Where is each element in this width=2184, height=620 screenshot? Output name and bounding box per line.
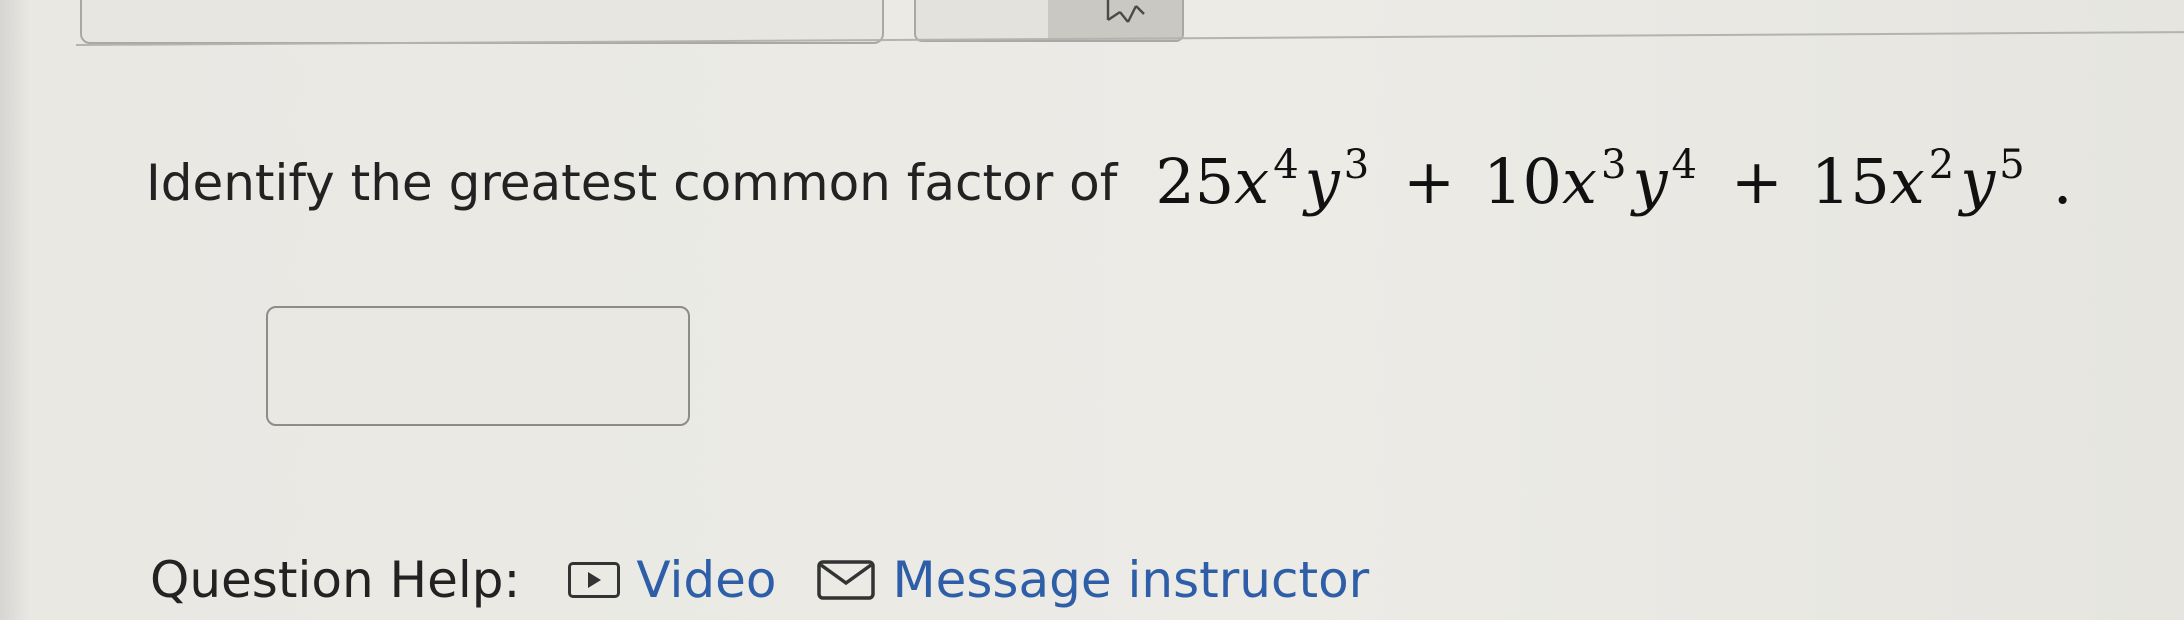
term-2-x-exponent: 3 [1600,142,1627,188]
term-1-coefficient: 25 [1155,145,1235,218]
expression-period: . [2052,145,2073,218]
top-tab-left[interactable] [80,0,884,44]
term-2: 10 x 3 y 4 [1483,142,1703,218]
term-2-y: y [1632,145,1668,218]
term-3: 15 x 2 y 5 [1810,142,2031,218]
question-prompt: Identify the greatest common factor of [146,154,1118,212]
polynomial-expression: 25 x 4 y 3 + 10 x 3 y 4 + 15 x 2 y 5 . [1155,142,2073,218]
term-3-coefficient: 15 [1810,145,1890,218]
mouse-cursor-icon [1106,0,1145,23]
message-instructor-label: Message instructor [892,551,1370,609]
term-2-x: x [1562,145,1597,218]
question-help-label: Question Help: [150,551,521,609]
term-1: 25 x 4 y 3 [1155,142,1375,218]
answer-input[interactable] [266,306,690,426]
term-1-y-exponent: 3 [1343,142,1370,188]
question-row: Identify the greatest common factor of 2… [146,108,2072,218]
term-1-x: x [1234,145,1270,218]
plus-operator-2: + [1730,145,1783,218]
term-3-y: y [1960,145,1996,218]
video-play-icon [568,562,621,598]
term-3-y-exponent: 5 [1999,142,2025,188]
message-instructor-link[interactable]: Message instructor [816,551,1369,609]
video-link-label: Video [636,551,777,609]
term-2-y-exponent: 4 [1671,142,1697,188]
question-help-row: Question Help: Video Message instructor [150,540,1409,620]
video-link[interactable]: Video [568,551,776,609]
plus-operator-1: + [1403,145,1456,218]
term-3-x-exponent: 2 [1928,142,1955,188]
term-1-x-exponent: 4 [1273,142,1299,188]
term-3-x: x [1889,145,1925,218]
envelope-icon [817,560,876,600]
term-2-coefficient: 10 [1483,145,1563,218]
term-1-y: y [1304,145,1340,218]
